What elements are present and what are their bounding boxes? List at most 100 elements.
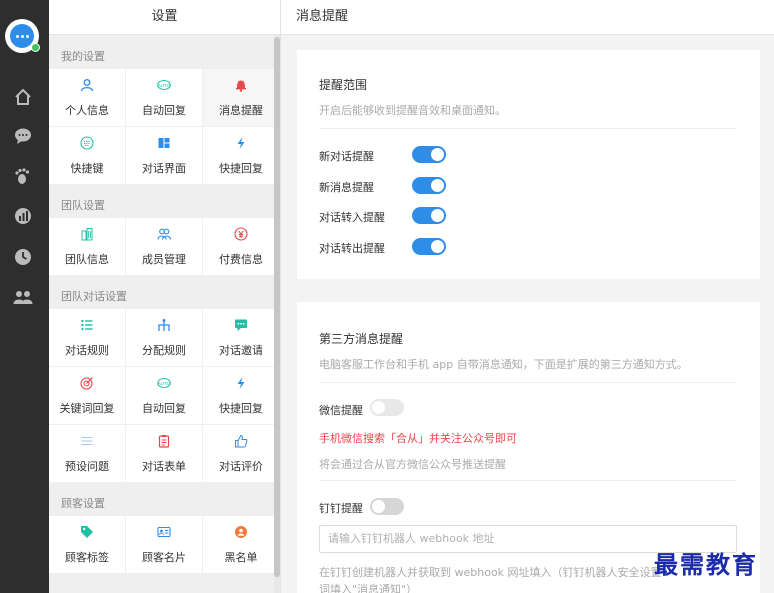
settings-item[interactable]: AUTO 自动回复	[126, 367, 202, 424]
settings-item-label: 对话规则	[65, 343, 109, 357]
settings-item[interactable]: 付费信息	[203, 218, 277, 275]
left-rail	[0, 0, 49, 593]
settings-item[interactable]: 对话邀请	[203, 309, 277, 366]
auto-icon: AUTO	[157, 376, 171, 393]
settings-item[interactable]: 分配规则	[126, 309, 202, 366]
auto-icon: AUTO	[157, 78, 171, 95]
transfer-out-label: 对话转出提醒	[319, 242, 385, 255]
settings-item[interactable]: 团队信息	[49, 218, 125, 275]
settings-item[interactable]: 顾客标签	[49, 516, 125, 573]
distribute-icon	[157, 318, 171, 335]
settings-group-title: 顾客设置	[61, 497, 105, 510]
users-icon	[157, 227, 172, 244]
new-message-toggle[interactable]	[412, 177, 446, 194]
third-party-desc: 电脑客服工作台和手机 app 自带消息通知，下面是扩展的第三方通知方式。	[319, 358, 688, 371]
settings-group-grid: 个人信息 AUTO 自动回复 消息提醒快捷键 对话界面 快捷回复	[49, 69, 277, 184]
settings-item-label: 对话邀请	[219, 343, 263, 357]
wechat-hint: 手机微信搜索「合从」并关注公众号即可	[319, 432, 517, 445]
settings-menu: 我的设置 个人信息 AUTO 自动回复 消息提醒 快捷键 对话界面 快捷回复 团队设置 团队信息成…	[49, 35, 277, 593]
settings-item-label: 快捷键	[70, 161, 104, 175]
page-title: 消息提醒	[281, 0, 774, 35]
settings-item[interactable]: 黑名单	[203, 516, 277, 573]
chat-bubble-icon	[10, 24, 34, 48]
settings-item[interactable]: 消息提醒	[203, 69, 277, 126]
lightning-icon	[234, 136, 248, 153]
third-party-title: 第三方消息提醒	[319, 332, 404, 346]
yuan-icon	[234, 226, 248, 244]
divider	[319, 480, 737, 481]
reminder-scope-card: 提醒范围 开启后能够收到提醒音效和桌面通知。 新对话提醒 新消息提醒 对话转入提…	[297, 50, 760, 279]
watermark-logo: 最需教育	[654, 550, 758, 579]
clipboard-icon	[157, 434, 171, 451]
settings-item-label: 顾客名片	[142, 550, 186, 564]
settings-panel-title: 设置	[49, 0, 280, 35]
settings-group-grid: 顾客标签 顾客名片 黑名单	[49, 516, 277, 573]
settings-item[interactable]: 个人信息	[49, 69, 125, 126]
dingtalk-note-line1: 在钉钉创建机器人并获取到 webhook 网址填入（钉钉机器人安全设置	[319, 566, 662, 579]
divider	[319, 382, 737, 383]
settings-item-label: 团队信息	[65, 252, 109, 266]
settings-item[interactable]: 关键词回复	[49, 367, 125, 424]
settings-item-label: 关键词回复	[59, 401, 115, 415]
transfer-in-toggle[interactable]	[412, 207, 446, 224]
settings-item[interactable]: 预设问题	[49, 425, 125, 482]
settings-item[interactable]: 快捷回复	[203, 367, 277, 424]
settings-group-title: 团队对话设置	[61, 290, 127, 303]
dingtalk-toggle[interactable]	[370, 498, 404, 515]
building-icon	[80, 227, 94, 244]
settings-group-grid: 对话规则 分配规则 对话邀请关键词回复 AUTO 自动回复 快捷回复预设问题 对话表单 对话评…	[49, 309, 277, 482]
lightning-icon	[234, 376, 248, 393]
settings-scrollbar[interactable]	[274, 35, 280, 593]
online-status-dot	[31, 43, 40, 52]
settings-item-label: 消息提醒	[219, 103, 263, 117]
transfer-out-toggle[interactable]	[412, 238, 446, 255]
wechat-toggle[interactable]	[370, 399, 404, 416]
settings-item[interactable]: 对话表单	[126, 425, 202, 482]
keyboard-icon	[80, 135, 94, 153]
block-user-icon	[234, 525, 248, 542]
settings-item[interactable]: 顾客名片	[126, 516, 202, 573]
settings-item[interactable]: 快捷键	[49, 127, 125, 184]
settings-item[interactable]: 对话界面	[126, 127, 202, 184]
wechat-label: 微信提醒	[319, 404, 363, 417]
footprint-icon[interactable]	[12, 165, 34, 187]
new-conversation-toggle[interactable]	[412, 146, 446, 163]
settings-group-title: 团队设置	[61, 199, 105, 212]
scrollbar-thumb[interactable]	[274, 37, 280, 577]
transfer-in-label: 对话转入提醒	[319, 211, 385, 224]
settings-item[interactable]: 对话评价	[203, 425, 277, 482]
settings-item[interactable]: 对话规则	[49, 309, 125, 366]
home-icon[interactable]	[12, 86, 34, 108]
thumbs-up-icon	[234, 434, 248, 451]
dingtalk-label: 钉钉提醒	[319, 502, 363, 515]
settings-item-label: 快捷回复	[219, 401, 263, 415]
divider	[319, 128, 737, 129]
conversation-icon[interactable]	[12, 125, 34, 147]
statistics-icon[interactable]	[12, 205, 34, 227]
customers-icon[interactable]	[12, 286, 34, 308]
layout-icon	[157, 136, 171, 153]
new-message-label: 新消息提醒	[319, 181, 374, 194]
settings-item-label: 预设问题	[65, 459, 109, 473]
svg-text:AUTO: AUTO	[158, 82, 171, 87]
settings-item-label: 自动回复	[142, 401, 186, 415]
settings-item-label: 对话评价	[219, 459, 263, 473]
settings-item-label: 自动回复	[142, 103, 186, 117]
settings-panel: 设置 我的设置 个人信息 AUTO 自动回复 消息提醒 快捷键 对话界面 快捷回复 团队设置 团队…	[49, 0, 281, 593]
settings-item-label: 对话界面	[142, 161, 186, 175]
card-icon	[157, 525, 171, 542]
settings-item-label: 付费信息	[219, 252, 263, 266]
settings-group-grid: 团队信息 成员管理 付费信息	[49, 218, 277, 275]
settings-item[interactable]: 快捷回复	[203, 127, 277, 184]
settings-item[interactable]: AUTO 自动回复	[126, 69, 202, 126]
dingtalk-note-line2: 词填入"消息通知"）	[319, 583, 418, 593]
settings-item[interactable]: 成员管理	[126, 218, 202, 275]
settings-item-label: 快捷回复	[219, 161, 263, 175]
rules-icon	[80, 318, 94, 335]
settings-item-label: 分配规则	[142, 343, 186, 357]
tag-icon	[80, 525, 94, 542]
target-icon	[80, 376, 94, 393]
settings-group-title: 我的设置	[61, 50, 105, 63]
new-conversation-label: 新对话提醒	[319, 150, 374, 163]
history-clock-icon[interactable]	[12, 246, 34, 268]
